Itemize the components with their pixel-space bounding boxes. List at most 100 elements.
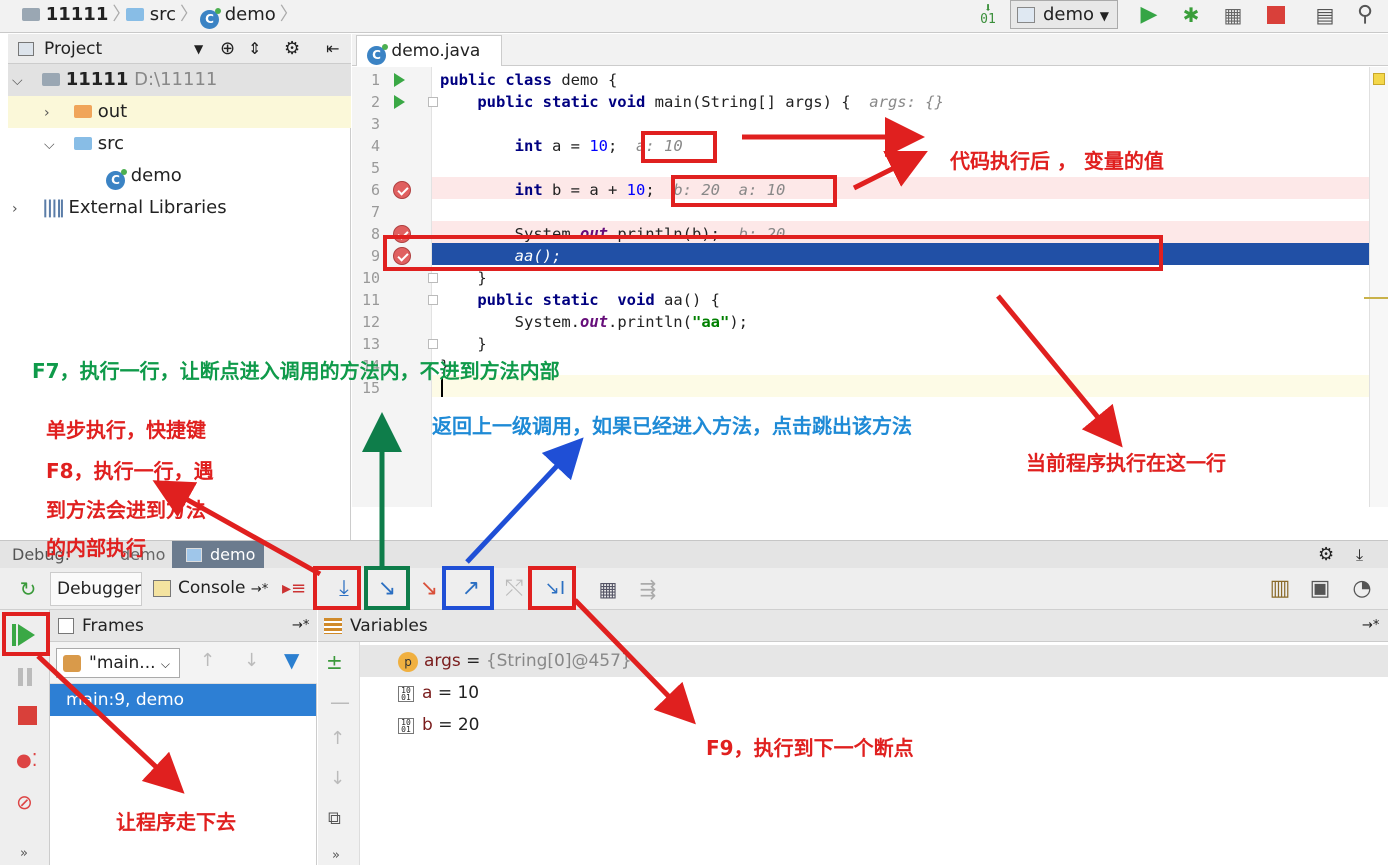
run-gutter-icon[interactable] xyxy=(394,95,405,109)
breadcrumb-file[interactable]: C demo 〉 xyxy=(200,3,298,29)
editor-scrollbar[interactable] xyxy=(1364,67,1388,507)
memory-view-icon[interactable]: ▣ xyxy=(1304,573,1336,605)
code-line-4: int a = 10; a: 10 xyxy=(514,137,683,155)
line-number: 8 xyxy=(370,225,380,243)
chevron-down-icon[interactable]: ⌵ xyxy=(12,65,26,97)
remove-watch-icon[interactable]: — xyxy=(330,690,350,714)
show-execution-point-icon[interactable]: ▸≡ xyxy=(278,573,310,605)
arrow-down-icon[interactable]: ↓ xyxy=(330,768,345,789)
line-number: 5 xyxy=(370,159,380,177)
breadcrumb-folder[interactable]: src 〉 xyxy=(126,3,198,27)
annotation-f9: F9，执行到下一个断点 xyxy=(706,736,914,760)
stop-icon[interactable] xyxy=(18,706,37,725)
chevron-right-icon[interactable]: › xyxy=(44,97,58,129)
more-icon[interactable]: » xyxy=(332,848,340,863)
more-icon[interactable]: » xyxy=(20,846,28,861)
line-number: 7 xyxy=(370,203,380,221)
drop-frame-icon[interactable]: ⤲ xyxy=(498,573,530,605)
collapse-all-icon[interactable]: ⇕ xyxy=(248,34,261,64)
debug-tab-bar: Debug: demo demo ⚙ ⤓ xyxy=(0,540,1388,569)
variable-row[interactable]: p args = {String[0]@457} xyxy=(360,645,1388,677)
view-breakpoints-icon[interactable]: ●⁚ xyxy=(16,750,37,771)
primitive-value-icon: 10 01 xyxy=(398,686,414,702)
frame-item[interactable]: main:9, demo xyxy=(50,684,316,716)
frames-icon xyxy=(58,618,74,634)
java-class-icon: C xyxy=(106,169,127,190)
highlight-box-a-value xyxy=(641,131,717,163)
run-configuration-select[interactable]: demo ▼ xyxy=(1010,0,1118,29)
rerun-icon[interactable]: ↻ xyxy=(12,573,44,605)
profiler-gauge-icon[interactable]: ◔ xyxy=(1346,573,1378,605)
arrow-up-icon[interactable]: ↑ xyxy=(200,650,215,671)
module-folder-icon xyxy=(22,8,40,21)
annotation-step-return: 返回上一级调用，如果已经进入方法，点击跳出该方法 xyxy=(432,414,912,438)
force-step-into-icon[interactable]: ↘ xyxy=(413,573,445,605)
chevron-down-icon[interactable]: ⌵ xyxy=(44,129,58,161)
tree-item-project-root[interactable]: ⌵ 11111 D:\11111 xyxy=(8,64,351,96)
pin-icon[interactable]: →* xyxy=(292,610,309,642)
search-icon[interactable]: ⚲ xyxy=(1352,3,1378,27)
evaluate-expression-icon[interactable]: ▦ xyxy=(592,573,624,605)
excluded-folder-icon xyxy=(74,105,92,118)
tree-item-demo[interactable]: C demo xyxy=(8,160,351,192)
highlight-box-run-to-cursor xyxy=(528,566,576,610)
code-line-2: public static void main(String[] args) {… xyxy=(477,93,944,111)
run-gutter-icon[interactable] xyxy=(394,73,405,87)
variable-row[interactable]: 10 01 a = 10 xyxy=(360,677,1388,709)
code-editor[interactable]: 1 2 3 4 5 6 7 8 9 10 11 12 13 14 15 publ… xyxy=(352,67,1369,507)
pause-icon[interactable] xyxy=(18,668,36,686)
thread-select[interactable]: "main... ⌵ xyxy=(56,648,180,678)
navigation-bar: 11111 〉 src 〉 C demo 〉 ⬇ 01 demo ▼ ▶ ✱ ▦ ▤ ⚲ xyxy=(0,0,1388,33)
line-number: 4 xyxy=(370,137,380,155)
scroll-marker xyxy=(1364,297,1388,299)
run-icon[interactable]: ▶ xyxy=(1136,3,1162,27)
variables-icon xyxy=(324,618,342,634)
hide-panel-icon[interactable]: ⇤ xyxy=(326,34,339,64)
trace-icon[interactable]: ⇶ xyxy=(632,573,664,605)
chevron-right-icon[interactable]: › xyxy=(12,193,26,225)
show-bytecode-icon[interactable]: ⬇ 01 xyxy=(975,2,1001,27)
line-number: 13 xyxy=(361,335,380,353)
settings-gear-icon[interactable]: ⚙ xyxy=(284,34,300,64)
copy-icon[interactable]: ⧉ xyxy=(328,808,341,829)
breakpoint-icon[interactable] xyxy=(393,181,411,199)
breadcrumb-project[interactable]: 11111 〉 xyxy=(22,3,130,27)
annotation-resume: 让程序走下去 xyxy=(116,810,236,834)
new-watch-icon[interactable]: ± xyxy=(326,650,343,674)
view-mode-dropdown-icon[interactable]: ▼ xyxy=(194,34,203,64)
thread-icon xyxy=(63,655,81,672)
debug-icon[interactable]: ✱ xyxy=(1178,3,1204,27)
locate-file-icon[interactable]: ⊕ xyxy=(220,34,235,64)
mute-breakpoints-icon[interactable]: ⊘ xyxy=(16,790,33,814)
annotation-f8-line4: 的内部执行 xyxy=(46,536,146,560)
pin-icon[interactable]: →* xyxy=(1362,610,1379,642)
arrow-up-icon[interactable]: ↑ xyxy=(330,728,345,749)
filter-icon[interactable]: ▼ xyxy=(284,648,299,672)
warning-marker-icon[interactable] xyxy=(1373,73,1385,85)
frames-title: Frames xyxy=(82,616,144,636)
arrow-down-icon[interactable]: ↓ xyxy=(244,650,259,671)
debug-tab-demo-2[interactable]: demo xyxy=(172,541,264,569)
code-line-13: } xyxy=(477,335,487,353)
code-line-11: public static void aa() { xyxy=(477,291,720,309)
source-folder-icon xyxy=(74,137,92,150)
tree-item-external-libraries[interactable]: › |||‖ External Libraries xyxy=(8,192,351,224)
tab-demo-java[interactable]: C demo.java × xyxy=(356,35,502,91)
stop-icon[interactable] xyxy=(1263,3,1289,27)
coverage-icon[interactable]: ▦ xyxy=(1220,3,1246,27)
code-line-6: int b = a + 10; b: 20 a: 10 xyxy=(514,181,786,199)
restore-layout-icon[interactable]: ▥ xyxy=(1264,573,1296,605)
tab-console[interactable]: Console →* xyxy=(148,572,274,606)
settings-gear-icon[interactable]: ⚙ xyxy=(1318,541,1334,569)
annotation-f8-line2: F8，执行一行，遇 xyxy=(46,459,214,483)
tree-item-out[interactable]: › out xyxy=(8,96,351,128)
source-folder-icon xyxy=(126,8,144,21)
tree-item-src[interactable]: ⌵ src xyxy=(8,128,351,160)
line-number: 2 xyxy=(370,93,380,111)
parameter-icon: p xyxy=(398,652,418,672)
minimize-icon[interactable]: ⤓ xyxy=(1356,541,1363,569)
line-number: 1 xyxy=(370,71,380,89)
project-structure-icon[interactable]: ▤ xyxy=(1312,3,1338,27)
java-class-icon: C xyxy=(200,8,221,29)
tab-debugger[interactable]: Debugger xyxy=(50,572,142,606)
